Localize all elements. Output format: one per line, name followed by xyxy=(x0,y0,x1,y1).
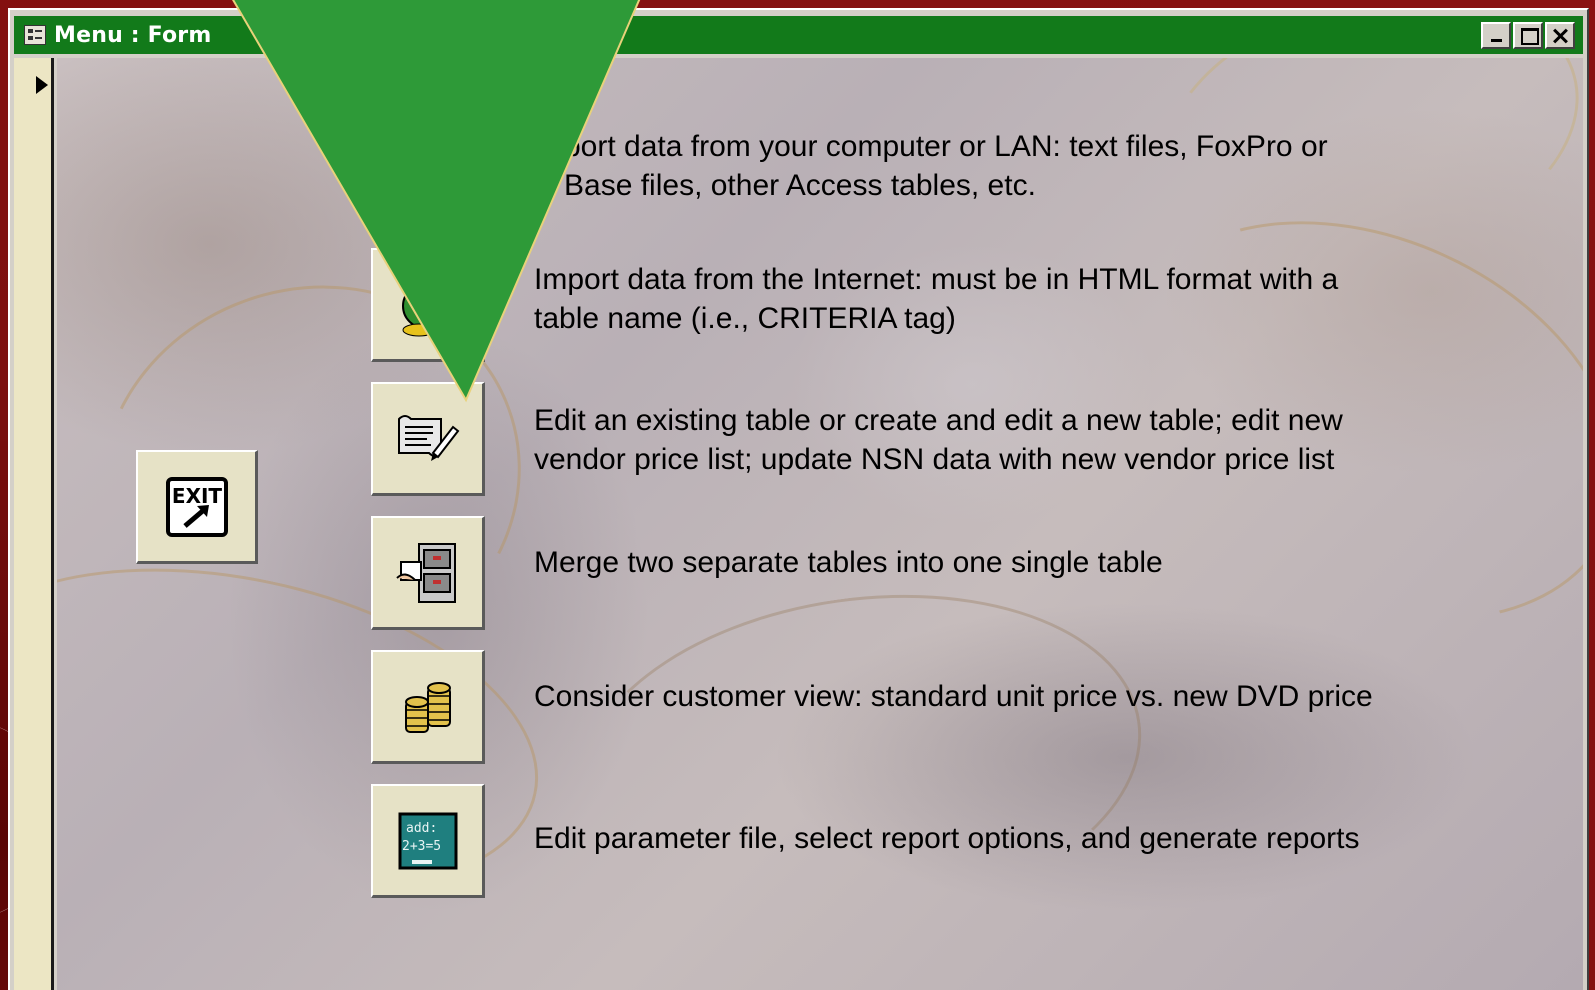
close-button[interactable] xyxy=(1545,21,1575,49)
board-text-line2: 2+3=5 xyxy=(402,839,441,854)
import-internet-button[interactable] xyxy=(371,248,485,362)
import-file-icon xyxy=(406,146,445,193)
form-icon xyxy=(24,25,46,45)
import-file-button[interactable] xyxy=(371,113,485,227)
record-selector[interactable] xyxy=(14,58,54,990)
merge-tables-icon xyxy=(395,542,456,603)
parameter-board-icon: add: 2+3=5 xyxy=(398,812,457,869)
description-import-local: port data from your computer or LAN: tex… xyxy=(564,130,1328,202)
description-merge-tables: Merge two separate tables into one singl… xyxy=(534,546,1163,579)
window-controls xyxy=(1481,21,1575,49)
minimize-button[interactable] xyxy=(1481,21,1511,49)
exit-label: EXIT xyxy=(171,484,222,508)
exit-icon: EXIT xyxy=(165,476,228,537)
internet-globe-icon xyxy=(401,282,448,336)
coins-icon xyxy=(404,681,451,733)
description-reports: Edit parameter file, select report optio… xyxy=(534,822,1360,855)
board-text-line1: add: xyxy=(406,821,437,836)
customer-view-button[interactable] xyxy=(371,650,485,764)
edit-table-icon xyxy=(397,414,459,461)
title-bar[interactable]: Menu : Form xyxy=(14,16,1583,54)
form-body: EXIT add: 2+3=5 port data from your comp… xyxy=(57,58,1583,990)
edit-table-button[interactable] xyxy=(371,382,485,496)
merge-tables-button[interactable] xyxy=(371,516,485,630)
current-record-arrow-icon xyxy=(36,76,48,94)
description-import-internet: Import data from the Internet: must be i… xyxy=(534,263,1339,335)
exit-button[interactable]: EXIT xyxy=(136,450,258,564)
description-edit-table: Edit an existing table or create and edi… xyxy=(534,404,1343,476)
reports-button[interactable]: add: 2+3=5 xyxy=(371,784,485,898)
menu-form-window: Menu : Form EXIT add: 2+3=5 port data fr… xyxy=(8,8,1589,990)
description-customer-view: Consider customer view: standard unit pr… xyxy=(534,680,1373,713)
maximize-button[interactable] xyxy=(1513,21,1543,49)
window-title: Menu : Form xyxy=(54,22,212,48)
